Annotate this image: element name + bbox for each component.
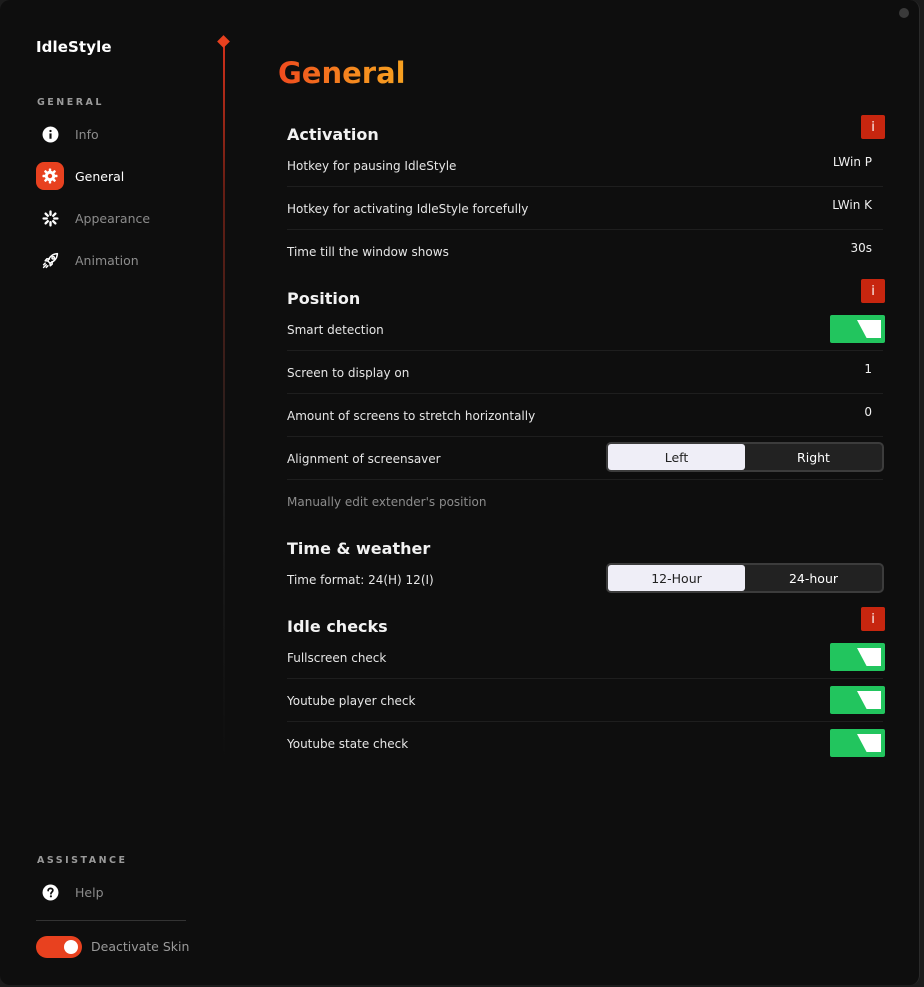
activation-info-button[interactable]: i <box>861 115 885 139</box>
manual-edit-link[interactable]: Manually edit extender's position <box>287 495 487 509</box>
sidebar-item-appearance[interactable]: Appearance <box>36 203 206 233</box>
app-window: IdleStyle GENERAL Info General Appearanc… <box>0 0 920 985</box>
window-control-dot[interactable] <box>899 8 909 18</box>
sidebar-item-help[interactable]: Help <box>36 877 206 907</box>
accent-line <box>223 44 225 764</box>
time-format-segmented-control: 12-Hour 24-hour <box>606 563 884 593</box>
hotkey-pause-label: Hotkey for pausing IdleStyle <box>287 159 457 173</box>
info-icon <box>36 120 64 148</box>
sidebar-item-label: Info <box>75 126 99 142</box>
time-format-label: Time format: 24(H) 12(I) <box>287 573 434 587</box>
alignment-option-left[interactable]: Left <box>608 444 745 470</box>
time-format-option-24[interactable]: 24-hour <box>745 565 882 591</box>
row-separator <box>287 721 883 722</box>
row-separator <box>287 479 883 480</box>
screen-display-value[interactable]: 1 <box>864 362 872 376</box>
section-label-assistance: ASSISTANCE <box>37 855 128 866</box>
sidebar-item-info[interactable]: Info <box>36 119 206 149</box>
section-title-position: Position <box>287 289 361 308</box>
deactivate-skin-toggle[interactable] <box>36 936 82 958</box>
alignment-segmented-control: Left Right <box>606 442 884 472</box>
sidebar-item-label: Animation <box>75 252 139 268</box>
sidebar-item-animation[interactable]: Animation <box>36 245 206 275</box>
row-separator <box>287 393 883 394</box>
row-separator <box>287 350 883 351</box>
alignment-option-right[interactable]: Right <box>745 444 882 470</box>
idle-checks-info-button[interactable]: i <box>861 607 885 631</box>
window-delay-value[interactable]: 30s <box>850 241 872 255</box>
smart-detection-label: Smart detection <box>287 323 384 337</box>
row-separator <box>287 229 883 230</box>
section-title-time-weather: Time & weather <box>287 539 431 558</box>
youtube-state-check-toggle[interactable] <box>830 729 885 757</box>
youtube-state-check-label: Youtube state check <box>287 737 409 751</box>
row-separator <box>287 436 883 437</box>
window-delay-label: Time till the window shows <box>287 245 449 259</box>
stretch-screens-label: Amount of screens to stretch horizontall… <box>287 409 536 423</box>
toggle-flag <box>857 320 881 338</box>
fullscreen-check-label: Fullscreen check <box>287 651 387 665</box>
row-separator <box>287 186 883 187</box>
app-brand: IdleStyle <box>36 38 112 56</box>
rocket-icon <box>36 246 64 274</box>
sidebar-divider <box>36 920 186 921</box>
screen-display-label: Screen to display on <box>287 366 410 380</box>
page-title: General <box>278 56 406 90</box>
hotkey-force-value[interactable]: LWin K <box>832 198 872 212</box>
gear-icon <box>36 162 64 190</box>
sidebar-item-label: Help <box>75 884 104 900</box>
sidebar: IdleStyle GENERAL Info General Appearanc… <box>0 0 224 985</box>
smart-detection-toggle[interactable] <box>830 315 885 343</box>
section-title-activation: Activation <box>287 125 379 144</box>
help-icon <box>36 878 64 906</box>
youtube-player-check-label: Youtube player check <box>287 694 416 708</box>
hotkey-force-label: Hotkey for activating IdleStyle forceful… <box>287 202 529 216</box>
deactivate-skin-label: Deactivate Skin <box>91 939 190 954</box>
fullscreen-check-toggle[interactable] <box>830 643 885 671</box>
sidebar-item-label: Appearance <box>75 210 151 226</box>
section-label-general: GENERAL <box>37 97 104 108</box>
toggle-flag <box>857 691 881 709</box>
time-format-option-12[interactable]: 12-Hour <box>608 565 745 591</box>
hotkey-pause-value[interactable]: LWin P <box>833 155 872 169</box>
toggle-flag <box>857 734 881 752</box>
loader-icon <box>36 204 64 232</box>
position-info-button[interactable]: i <box>861 279 885 303</box>
toggle-knob <box>64 940 78 954</box>
youtube-player-check-toggle[interactable] <box>830 686 885 714</box>
sidebar-item-label: General <box>75 168 125 184</box>
stretch-screens-value[interactable]: 0 <box>864 405 872 419</box>
toggle-flag <box>857 648 881 666</box>
row-separator <box>287 678 883 679</box>
sidebar-item-general[interactable]: General <box>36 161 206 191</box>
section-title-idle-checks: Idle checks <box>287 617 388 636</box>
alignment-label: Alignment of screensaver <box>287 452 441 466</box>
